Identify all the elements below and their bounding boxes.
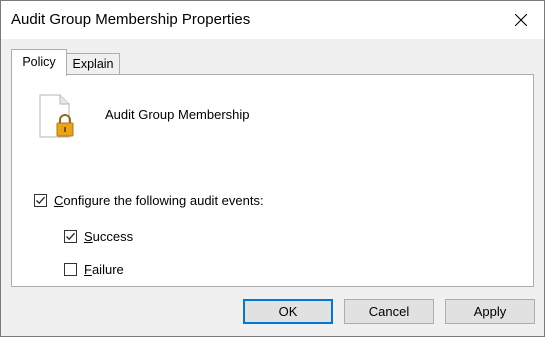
configure-audit-checkbox-row[interactable]: Configure the following audit events: <box>34 193 264 208</box>
ok-button[interactable]: OK <box>243 299 333 324</box>
tab-policy[interactable]: Policy <box>11 49 67 76</box>
configure-audit-checkbox[interactable] <box>34 194 47 207</box>
failure-checkbox[interactable] <box>64 263 77 276</box>
dialog-window: Audit Group Membership Properties Policy… <box>0 0 545 337</box>
success-label: Success <box>84 229 134 244</box>
document-lock-icon <box>38 94 74 141</box>
failure-label: Failure <box>84 262 124 277</box>
title-bar[interactable]: Audit Group Membership Properties <box>1 1 544 39</box>
configure-audit-label: Configure the following audit events: <box>54 193 264 208</box>
checkmark-icon <box>36 196 45 205</box>
success-checkbox-row[interactable]: Success <box>64 229 133 244</box>
cancel-button[interactable]: Cancel <box>344 299 434 324</box>
close-icon <box>515 14 527 26</box>
window-title: Audit Group Membership Properties <box>11 11 251 28</box>
policy-name: Audit Group Membership <box>105 107 250 122</box>
checkmark-icon <box>66 232 75 241</box>
success-checkbox[interactable] <box>64 230 77 243</box>
tab-explain[interactable]: Explain <box>66 53 120 75</box>
failure-checkbox-row[interactable]: Failure <box>64 262 124 277</box>
close-button[interactable] <box>498 1 544 39</box>
policy-panel: Audit Group Membership Configure the fol… <box>11 74 534 287</box>
apply-button[interactable]: Apply <box>445 299 535 324</box>
